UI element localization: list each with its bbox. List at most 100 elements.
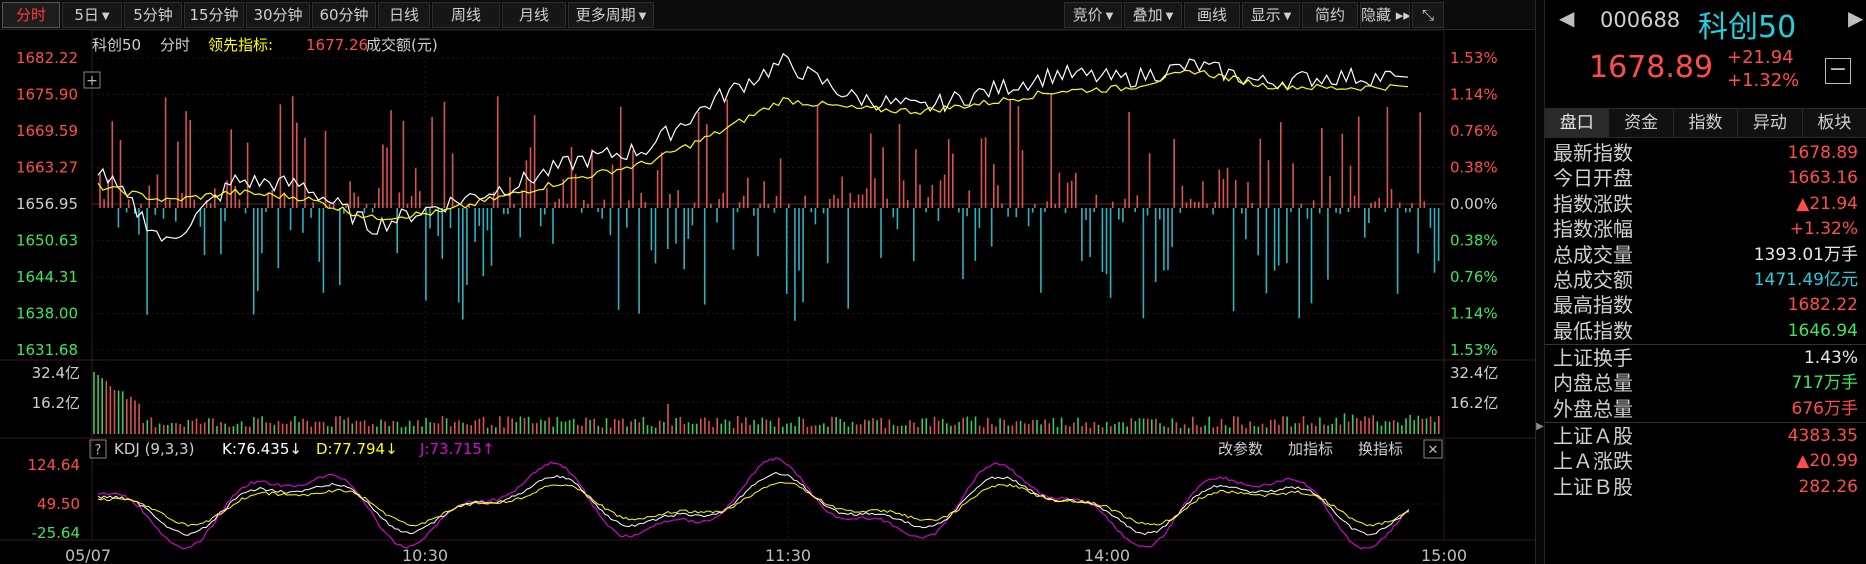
y-axis-label-right: 0.38% <box>1450 232 1498 250</box>
tool-button-2[interactable]: 画线 <box>1184 2 1240 28</box>
volume-axis-label: 32.4亿 <box>32 364 80 382</box>
kdj-action-button[interactable]: 加指标 <box>1288 440 1333 458</box>
quote-row: 上证Ｂ股 282.26 <box>1545 475 1866 500</box>
y-axis-label-left: 1682.22 <box>16 49 78 67</box>
kdj-action-button[interactable]: 换指标 <box>1358 440 1403 458</box>
quote-panel: ◀ 000688 科创50 ▶ 1678.89 +21.94 +1.32% − … <box>1545 0 1866 564</box>
period-tab-2[interactable]: 5分钟 <box>124 2 182 28</box>
quote-row: 总成交量 1393.01万手 <box>1545 243 1866 268</box>
y-axis-label-left: 1650.63 <box>16 232 78 250</box>
tool-button-1[interactable]: 叠加 ▼ <box>1124 2 1182 28</box>
chevron-down-icon: ▼ <box>638 11 647 22</box>
period-tab-9[interactable]: 更多周期 ▼ <box>568 2 654 28</box>
quote-label: 上证Ａ股 <box>1553 424 1633 448</box>
chart-legend-text: 领先指标: <box>208 36 273 54</box>
y-axis-label-left: 1644.31 <box>16 268 78 286</box>
chart-legend-text: 1677.26 <box>306 36 368 54</box>
chevron-down-icon: ▼ <box>101 11 110 22</box>
time-axis-label: 11:30 <box>765 546 811 564</box>
y-axis-label-right: 1.53% <box>1450 341 1498 359</box>
kdj-legend-text: K:76.435↓ <box>222 440 302 458</box>
quote-row: 指数涨跌 ▲21.94 <box>1545 192 1866 217</box>
collapse-panel-icon[interactable]: ▶ <box>1536 415 1544 439</box>
chart-area[interactable]: 1682.22 1.53% 1675.90 1.14% 1669.59 0.76% 1663… <box>0 30 1535 564</box>
chart-legend-text: 分时 <box>160 36 190 54</box>
volume-axis-label: 16.2亿 <box>1450 394 1498 412</box>
kdj-axis-label: -25.64 <box>32 524 80 542</box>
panel-tab-0[interactable]: 盘口 <box>1545 109 1610 137</box>
quote-label: 今日开盘 <box>1553 166 1633 191</box>
quote-row: 上证Ａ股 4383.35 <box>1545 424 1866 449</box>
tool-button-5[interactable]: 隐藏 ▸▸ <box>1360 2 1410 28</box>
y-axis-label-left: 1656.95 <box>16 195 78 213</box>
tool-button-6[interactable]: ⤡ <box>1412 2 1444 28</box>
tool-button-0[interactable]: 竞价 ▼ <box>1064 2 1122 28</box>
quote-row: 上证换手 1.43% <box>1545 346 1866 371</box>
price-change-percent: +1.32% <box>1727 70 1800 91</box>
quote-label: 总成交额 <box>1553 268 1633 292</box>
panel-tabs: 盘口 资金 指数 异动 板块 <box>1545 108 1866 138</box>
period-tab-0[interactable]: 分时 <box>2 2 60 28</box>
kdj-legend-text: KDJ (9,3,3) <box>114 440 194 458</box>
period-tab-1[interactable]: 5日 ▼ <box>62 2 122 28</box>
kdj-legend-text: J:73.715↑ <box>419 440 495 458</box>
quote-label: 最低指数 <box>1553 318 1633 343</box>
time-axis-label: 15:00 <box>1421 546 1467 564</box>
price-series-line <box>97 52 1409 243</box>
quote-label: 外盘总量 <box>1553 396 1633 421</box>
panel-tab-3[interactable]: 异动 <box>1738 109 1803 137</box>
price-change: +21.94 <box>1727 47 1794 68</box>
price-series-line <box>97 69 1409 221</box>
quote-value: 1393.01万手 <box>1753 244 1858 265</box>
quote-row: 最新指数 1678.89 <box>1545 141 1866 166</box>
period-tab-3[interactable]: 15分钟 <box>184 2 244 28</box>
y-axis-label-right: 1.53% <box>1450 49 1498 67</box>
prev-stock-icon[interactable]: ◀ <box>1559 6 1574 30</box>
quote-label: 上Ａ涨跌 <box>1553 449 1633 474</box>
kdj-action-button[interactable]: 改参数 <box>1218 440 1263 458</box>
quote-label: 内盘总量 <box>1553 371 1633 396</box>
period-tab-6[interactable]: 日线 <box>378 2 430 28</box>
divider <box>1545 344 1866 345</box>
quote-value: 282.26 <box>1798 476 1858 497</box>
quote-row: 内盘总量 717万手 <box>1545 371 1866 396</box>
y-axis-label-left: 1669.59 <box>16 122 78 140</box>
y-axis-label-right: 0.76% <box>1450 122 1498 140</box>
panel-tab-1[interactable]: 资金 <box>1609 109 1674 137</box>
period-tab-8[interactable]: 月线 <box>502 2 566 28</box>
chevron-down-icon: ▼ <box>1283 11 1292 22</box>
tool-button-3[interactable]: 显示 ▼ <box>1242 2 1300 28</box>
quote-label: 上证换手 <box>1553 346 1633 370</box>
y-axis-label-left: 1631.68 <box>16 341 78 359</box>
y-axis-label-right: 0.76% <box>1450 268 1498 286</box>
quote-label: 上证Ｂ股 <box>1553 474 1633 499</box>
period-tab-7[interactable]: 周线 <box>432 2 500 28</box>
next-stock-icon[interactable]: ▶ <box>1848 6 1863 30</box>
quote-value: 1663.16 <box>1787 168 1858 189</box>
help-icon: ? <box>95 443 102 458</box>
quote-label: 指数涨跌 <box>1553 191 1633 216</box>
close-icon: ✕ <box>1428 443 1439 458</box>
quote-value: 4383.35 <box>1787 426 1858 446</box>
panel-divider[interactable] <box>1535 0 1545 564</box>
chart-legend-text: 成交额(元) <box>366 36 438 54</box>
period-tab-4[interactable]: 30分钟 <box>246 2 310 28</box>
y-axis-label-right: 0.38% <box>1450 159 1498 177</box>
panel-tab-2[interactable]: 指数 <box>1673 109 1739 137</box>
stock-name: 科创50 <box>1698 10 1797 45</box>
quote-value: 1682.22 <box>1787 295 1858 316</box>
stock-code: 000688 <box>1600 8 1681 32</box>
panel-tab-4[interactable]: 板块 <box>1802 109 1866 137</box>
period-tab-5[interactable]: 60分钟 <box>312 2 376 28</box>
volume-axis-label: 32.4亿 <box>1450 364 1498 382</box>
quote-label: 最高指数 <box>1553 293 1633 318</box>
quote-row: 最高指数 1682.22 <box>1545 293 1866 318</box>
quote-value: 717万手 <box>1791 373 1858 394</box>
tool-button-4[interactable]: 简约 <box>1302 2 1358 28</box>
kdj-legend-text: D:77.794↓ <box>316 440 398 458</box>
collapse-quote-button[interactable]: − <box>1825 58 1851 84</box>
quote-row: 指数涨幅 +1.32% <box>1545 217 1866 242</box>
chevron-down-icon: ▼ <box>1165 11 1174 22</box>
time-axis-label: 10:30 <box>402 546 448 564</box>
quote-row: 外盘总量 676万手 <box>1545 397 1866 422</box>
